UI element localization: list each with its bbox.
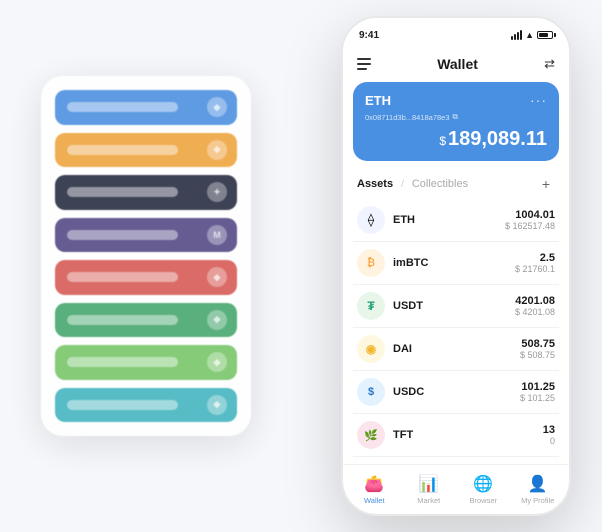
nav-profile[interactable]: 👤 My Profile <box>511 474 566 505</box>
add-asset-button[interactable]: + <box>537 175 555 193</box>
wallet-row-icon-5: ◆ <box>207 267 227 287</box>
wallet-row-icon-1: ◆ <box>207 97 227 117</box>
wallet-row-4[interactable]: M <box>55 218 237 253</box>
menu-line-1 <box>357 58 371 60</box>
bottom-nav: 👛 Wallet 📊 Market 🌐 Browser 👤 My Profile <box>343 464 569 514</box>
nav-wallet[interactable]: 👛 Wallet <box>347 474 402 505</box>
asset-item-tft[interactable]: 🌿 TFT 13 0 <box>353 414 559 457</box>
wifi-icon: ▲ <box>525 30 534 40</box>
battery-icon <box>537 31 553 39</box>
eth-balance: $189,089.11 <box>365 128 547 151</box>
wallet-nav-icon: 👛 <box>364 474 384 494</box>
menu-icon[interactable] <box>357 58 371 70</box>
asset-item-dai[interactable]: ◉ DAI 508.75 $ 508.75 <box>353 328 559 371</box>
expand-icon[interactable]: ⇄ <box>544 56 555 72</box>
asset-item-usdt[interactable]: ₮ USDT 4201.08 $ 4201.08 <box>353 285 559 328</box>
market-nav-label: Market <box>417 496 440 505</box>
battery-fill <box>539 33 548 37</box>
signal-bar-4 <box>520 30 522 40</box>
wallet-row-icon-4: M <box>207 225 227 245</box>
signal-icon <box>511 30 522 40</box>
usdc-icon: $ <box>357 378 385 406</box>
wallet-row-3[interactable]: ✦ <box>55 175 237 210</box>
nav-browser[interactable]: 🌐 Browser <box>456 474 511 505</box>
tab-collectibles[interactable]: Collectibles <box>412 178 468 190</box>
eth-card-header: ETH ··· <box>365 92 547 108</box>
wallet-nav-label: Wallet <box>364 496 385 505</box>
asset-name-dai: DAI <box>393 343 520 355</box>
eth-address: 0x08711d3b...8418a78e3 ⧉ <box>365 112 547 122</box>
wallet-row-icon-2: ◆ <box>207 140 227 160</box>
copy-icon[interactable]: ⧉ <box>453 112 458 122</box>
balance-currency-symbol: $ <box>439 134 446 148</box>
profile-nav-label: My Profile <box>521 496 554 505</box>
asset-name-tft: TFT <box>393 429 543 441</box>
dai-icon: ◉ <box>357 335 385 363</box>
wallet-row-icon-3: ✦ <box>207 182 227 202</box>
browser-nav-icon: 🌐 <box>473 474 493 494</box>
asset-name-eth: ETH <box>393 214 505 226</box>
asset-name-usdt: USDT <box>393 300 515 312</box>
tft-icon: 🌿 <box>357 421 385 449</box>
asset-item-eth[interactable]: ⟠ ETH 1004.01 $ 162517.48 <box>353 199 559 242</box>
asset-name-usdc: USDC <box>393 386 520 398</box>
asset-item-usdc[interactable]: $ USDC 101.25 $ 101.25 <box>353 371 559 414</box>
wallet-row-icon-6: ◆ <box>207 310 227 330</box>
wallet-row-6[interactable]: ◆ <box>55 303 237 338</box>
profile-nav-icon: 👤 <box>528 474 548 494</box>
assets-tabs: Assets / Collectibles <box>357 178 468 190</box>
wallet-row-icon-7: ◆ <box>207 352 227 372</box>
tab-divider: / <box>401 179 404 190</box>
asset-item-imbtc[interactable]: ₿ imBTC 2.5 $ 21760.1 <box>353 242 559 285</box>
status-bar: 9:41 ▲ <box>343 18 569 46</box>
asset-amount-dai: 508.75 $ 508.75 <box>520 338 555 360</box>
asset-amount-eth: 1004.01 $ 162517.48 <box>505 209 555 231</box>
wallet-row-label <box>67 145 178 155</box>
asset-amount-usdt: 4201.08 $ 4201.08 <box>515 295 555 317</box>
wallet-row-label <box>67 230 178 240</box>
wallet-row-1[interactable]: ◆ <box>55 90 237 125</box>
wallet-row-8[interactable]: ◆ <box>55 388 237 423</box>
eth-icon: ⟠ <box>357 206 385 234</box>
wallet-row-label <box>67 272 178 282</box>
menu-line-3 <box>357 68 367 70</box>
status-time: 9:41 <box>359 30 379 41</box>
phone: 9:41 ▲ Wallet ⇄ <box>341 16 571 516</box>
wallet-row-5[interactable]: ◆ <box>55 260 237 295</box>
nav-market[interactable]: 📊 Market <box>402 474 457 505</box>
balance-amount: 189,089.11 <box>448 128 547 150</box>
left-wallet-card: ◆ ◆ ✦ M ◆ ◆ ◆ ◆ <box>41 76 251 436</box>
scene: ◆ ◆ ✦ M ◆ ◆ ◆ ◆ <box>21 16 581 516</box>
wallet-row-label <box>67 102 178 112</box>
page-title: Wallet <box>437 56 478 72</box>
wallet-row-label <box>67 357 178 367</box>
wallet-row-label <box>67 187 178 197</box>
asset-name-imbtc: imBTC <box>393 257 515 269</box>
assets-header: Assets / Collectibles + <box>343 169 569 199</box>
eth-token-name: ETH <box>365 93 391 108</box>
eth-card[interactable]: ETH ··· 0x08711d3b...8418a78e3 ⧉ $189,08… <box>353 82 559 161</box>
asset-amount-usdc: 101.25 $ 101.25 <box>520 381 555 403</box>
usdt-icon: ₮ <box>357 292 385 320</box>
wallet-row-icon-8: ◆ <box>207 395 227 415</box>
asset-amount-tft: 13 0 <box>543 424 555 446</box>
browser-nav-label: Browser <box>469 496 497 505</box>
imbtc-icon: ₿ <box>357 249 385 277</box>
tab-assets[interactable]: Assets <box>357 178 393 190</box>
wallet-row-label <box>67 315 178 325</box>
asset-list: ⟠ ETH 1004.01 $ 162517.48 ₿ imBTC 2.5 $ … <box>343 199 569 464</box>
wallet-row-label <box>67 400 178 410</box>
eth-card-menu-dots[interactable]: ··· <box>530 92 547 108</box>
signal-bar-3 <box>517 32 519 40</box>
wallet-row-7[interactable]: ◆ <box>55 345 237 380</box>
asset-amount-imbtc: 2.5 $ 21760.1 <box>515 252 555 274</box>
menu-line-2 <box>357 63 371 65</box>
status-icons: ▲ <box>511 30 553 40</box>
wallet-row-2[interactable]: ◆ <box>55 133 237 168</box>
nav-header: Wallet ⇄ <box>343 46 569 82</box>
signal-bar-1 <box>511 36 513 40</box>
signal-bar-2 <box>514 34 516 40</box>
market-nav-icon: 📊 <box>419 474 439 494</box>
